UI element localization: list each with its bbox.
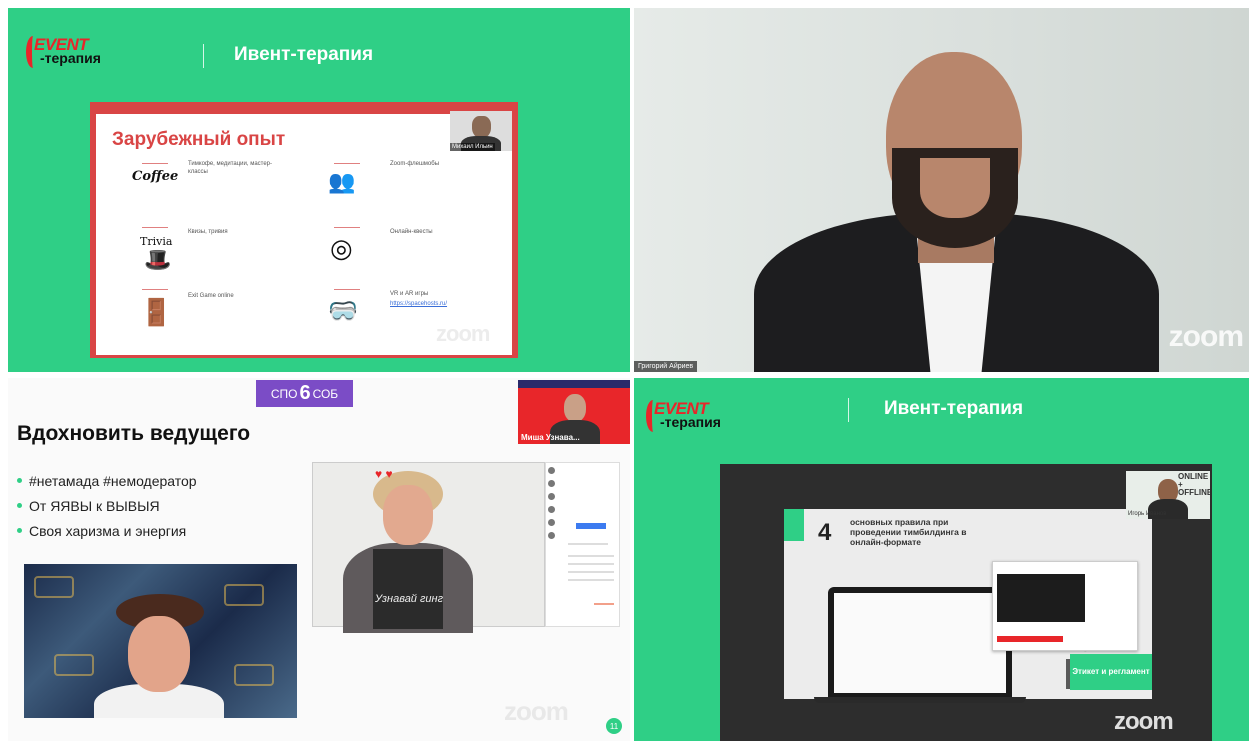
embedded-video-host: ♥ ♥ Узнавай гинг	[312, 462, 545, 633]
vr-headset-icon: 🥽	[328, 298, 358, 325]
pip-banner-text: ONLINE + OFFLINE	[1178, 472, 1210, 497]
presenter-pip[interactable]: Михаил Ильин	[450, 111, 512, 151]
page-number-badge: 11	[606, 718, 622, 734]
event-therapy-logo: EVENT -терапия	[26, 36, 101, 68]
crowd-icon: 👥	[328, 169, 356, 194]
bullet-item: #нетамада #немодератор	[17, 468, 197, 493]
heart-headband-icon: ♥ ♥	[375, 467, 393, 481]
conference-popup-window	[992, 561, 1138, 651]
presenter-pip-name: Игорь Иванов	[1128, 511, 1167, 517]
zoom-watermark: zoom	[504, 696, 569, 726]
maze-icon: ◎	[330, 233, 353, 263]
slide-caption: Этикет и регламент	[1070, 654, 1152, 690]
participant-tile-screen-share-2[interactable]: СПО 6 СОБ Вдохновить ведущего #нетамада …	[8, 378, 630, 741]
presenter-pip-name: Михаил Ильин	[450, 143, 495, 151]
brand-divider	[203, 44, 204, 68]
brand-divider	[848, 398, 849, 422]
top-hat-mustache-icon: 🎩	[144, 247, 172, 272]
participant-tile-screen-share-1[interactable]: EVENT -терапия Ивент-терапия Зарубежный …	[8, 8, 630, 372]
participant-tile-speaker[interactable]: zoom Григорий Айриев	[634, 8, 1249, 372]
bullet-list: #нетамада #немодератор От ЯЯВЫ к ВЫВЫЯ С…	[17, 468, 197, 543]
slide-item-text: VR и AR игры	[390, 291, 429, 297]
step-badge-right: СОБ	[312, 386, 339, 401]
slide-item-text: Exit Game online	[188, 293, 234, 299]
slide-item-text: Онлайн-квесты	[390, 229, 433, 235]
zoom-watermark: zoom	[436, 321, 490, 346]
shared-slide: Зарубежный опыт Coffee Тимкофе, медитаци…	[90, 102, 518, 358]
step-badge: СПО 6 СОБ	[256, 380, 353, 407]
zoom-watermark: zoom	[1168, 320, 1244, 353]
slide-number: 4	[818, 519, 832, 546]
brand-title: Ивент-терапия	[234, 44, 374, 65]
step-badge-left: СПО	[270, 386, 298, 401]
brand-title: Ивент-терапия	[884, 398, 1024, 419]
slide-canvas: Зарубежный опыт Coffee Тимкофе, медитаци…	[96, 111, 512, 355]
shirt-print-text: Узнавай гинг	[375, 593, 444, 605]
slide-title: Зарубежный опыт	[112, 129, 286, 150]
logo-swoosh-icon	[26, 36, 40, 68]
zoom-watermark: zoom	[1114, 708, 1174, 735]
logo-bottom-text: -терапия	[660, 414, 721, 430]
coffee-icon: Coffee	[132, 169, 179, 184]
bullet-item: Своя харизма и энергия	[17, 518, 197, 543]
embedded-video-participant	[24, 564, 297, 718]
embedded-chat-panel	[545, 462, 620, 627]
slide-title: Вдохновить ведущего	[17, 422, 251, 445]
slide-heading: основных правила при проведении тимбилди…	[850, 517, 967, 548]
participant-name-label: Григорий Айриев	[634, 361, 698, 372]
laptop-mockup	[814, 587, 1026, 703]
participant-tile-screen-share-3[interactable]: EVENT -терапия Ивент-терапия 4 основных …	[634, 378, 1249, 741]
event-therapy-logo: EVENT -терапия	[646, 400, 721, 432]
slide-item-text: Zoom-флешмобы	[390, 161, 440, 167]
logo-bottom-text: -терапия	[40, 50, 101, 66]
speaker-chin	[920, 158, 990, 218]
slide-link[interactable]: https://spacehosts.ru/	[390, 301, 480, 309]
bullet-item: От ЯЯВЫ к ВЫВЫЯ	[17, 493, 197, 518]
logo-swoosh-icon	[646, 400, 660, 432]
slide-header-line	[96, 111, 450, 114]
presenter-pip-name: Миша Узнава...	[521, 433, 580, 442]
step-badge-number: 6	[299, 382, 311, 404]
presenter-pip[interactable]: Миша Узнава...	[518, 380, 630, 444]
video-gallery: EVENT -терапия Ивент-терапия Зарубежный …	[0, 0, 1249, 747]
shared-slide: 4 основных правила при проведении тимбил…	[784, 509, 1152, 703]
shared-screen: 4 основных правила при проведении тимбил…	[720, 464, 1212, 741]
presenter-pip[interactable]: ONLINE + OFFLINE Игорь Иванов	[1126, 471, 1210, 519]
slide-item-text: Квизы, тривия	[188, 229, 228, 235]
exit-door-icon: 🚪	[140, 297, 173, 327]
slide-item-text: Тимкофе, медитации, мастер-классы	[188, 161, 273, 175]
